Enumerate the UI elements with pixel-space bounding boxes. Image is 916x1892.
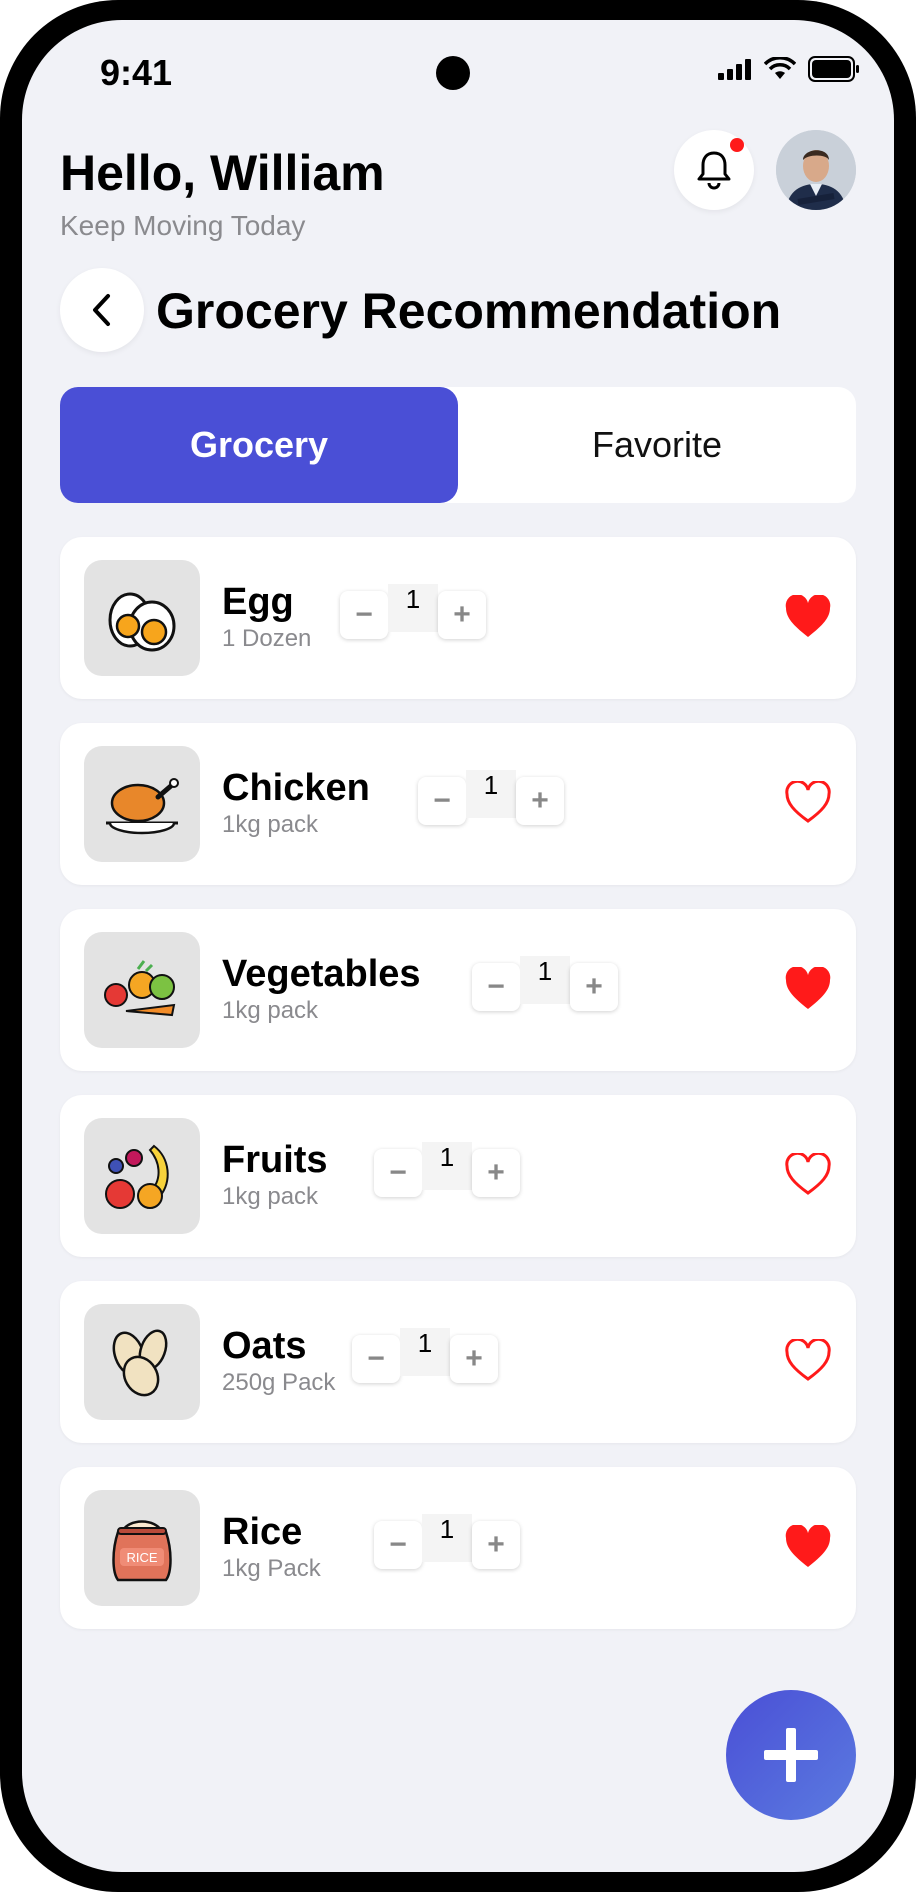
quantity-value: 1 [400,1328,450,1376]
grocery-item-fruits[interactable]: Fruits 1kg pack − 1 + [60,1095,856,1257]
item-name: Egg [222,581,294,623]
page-title: Grocery Recommendation [156,283,782,339]
front-camera [436,56,470,90]
heart-outline-icon[interactable] [784,1339,832,1383]
item-thumbnail [84,932,200,1048]
item-name: Vegetables [222,953,421,995]
item-thumbnail [84,1118,200,1234]
quantity-value: 1 [520,956,570,1004]
decrement-button[interactable]: − [418,777,466,825]
quantity-value: 1 [466,770,516,818]
battery-icon [808,56,859,82]
quantity-value: 1 [422,1514,472,1562]
grocery-item-rice[interactable]: RICE Rice 1kg Pack − 1 + [60,1467,856,1629]
quantity-stepper: − 1 + [374,1514,520,1571]
fruits-icon [105,1144,169,1209]
item-thumbnail [84,560,200,676]
roast-chicken-icon [106,778,179,835]
heart-filled-icon[interactable] [784,595,832,639]
plus-icon [764,1728,818,1782]
increment-button[interactable]: + [472,1149,520,1197]
rice-bag-label: RICE [126,1550,157,1565]
quantity-stepper: − 1 + [418,770,564,827]
signal-icon [718,59,751,80]
tab-favorite[interactable]: Favorite [458,387,856,503]
quantity-stepper: − 1 + [472,956,618,1013]
app-screen: 9:41 Hello, William Keep Moving Today Gr… [22,20,894,1872]
user-photo [776,130,856,210]
add-item-button[interactable] [726,1690,856,1820]
item-name: Fruits [222,1139,328,1181]
item-name: Oats [222,1325,307,1367]
bell-icon [697,151,731,190]
greeting-title: Hello, William [60,145,385,201]
rice-bag-icon: RICE [112,1520,172,1582]
notifications-button[interactable] [674,130,754,210]
heart-outline-icon[interactable] [784,1153,832,1197]
egg-icon [108,592,176,652]
decrement-button[interactable]: − [374,1149,422,1197]
grocery-item-egg[interactable]: Egg 1 Dozen − 1 + [60,537,856,699]
status-time: 9:41 [100,52,173,93]
oats-icon [112,1329,168,1397]
greeting-subtitle: Keep Moving Today [60,210,306,241]
item-unit: 1kg pack [222,1183,319,1210]
increment-button[interactable]: + [450,1335,498,1383]
decrement-button[interactable]: − [374,1521,422,1569]
item-unit: 1kg pack [222,811,319,838]
decrement-button[interactable]: − [472,963,520,1011]
avatar[interactable] [776,130,856,210]
grocery-item-chicken[interactable]: Chicken 1kg pack − 1 + [60,723,856,885]
heart-filled-icon[interactable] [784,967,832,1011]
increment-button[interactable]: + [472,1521,520,1569]
item-unit: 250g Pack [222,1369,336,1396]
chevron-left-icon [93,294,110,326]
quantity-value: 1 [388,584,438,632]
decrement-button[interactable]: − [352,1335,400,1383]
wifi-icon [764,57,796,79]
item-unit: 1kg pack [222,997,319,1024]
quantity-stepper: − 1 + [340,584,486,641]
phone-frame: 9:41 Hello, William Keep Moving Today Gr… [0,0,916,1892]
item-name: Rice [222,1511,303,1553]
quantity-value: 1 [422,1142,472,1190]
item-unit: 1 Dozen [222,625,312,652]
heart-outline-icon[interactable] [784,781,832,825]
quantity-stepper: − 1 + [352,1328,498,1385]
vegetables-icon [104,960,176,1017]
quantity-stepper: − 1 + [374,1142,520,1199]
item-name: Chicken [222,767,370,809]
increment-button[interactable]: + [570,963,618,1011]
grocery-item-oats[interactable]: Oats 250g Pack − 1 + [60,1281,856,1443]
item-thumbnail [84,1304,200,1420]
increment-button[interactable]: + [438,591,486,639]
grocery-list: Egg 1 Dozen − 1 + Chicken 1kg pack − 1 +… [60,537,856,1653]
item-thumbnail [84,746,200,862]
tab-grocery[interactable]: Grocery [60,387,458,503]
heart-filled-icon[interactable] [784,1525,832,1569]
grocery-item-vegetables[interactable]: Vegetables 1kg pack − 1 + [60,909,856,1071]
status-icons [718,56,860,82]
item-thumbnail: RICE [84,1490,200,1606]
decrement-button[interactable]: − [340,591,388,639]
notification-badge [730,138,744,152]
increment-button[interactable]: + [516,777,564,825]
back-button[interactable] [60,268,144,352]
item-unit: 1kg Pack [222,1555,321,1582]
tab-bar: Grocery Favorite [60,387,856,503]
